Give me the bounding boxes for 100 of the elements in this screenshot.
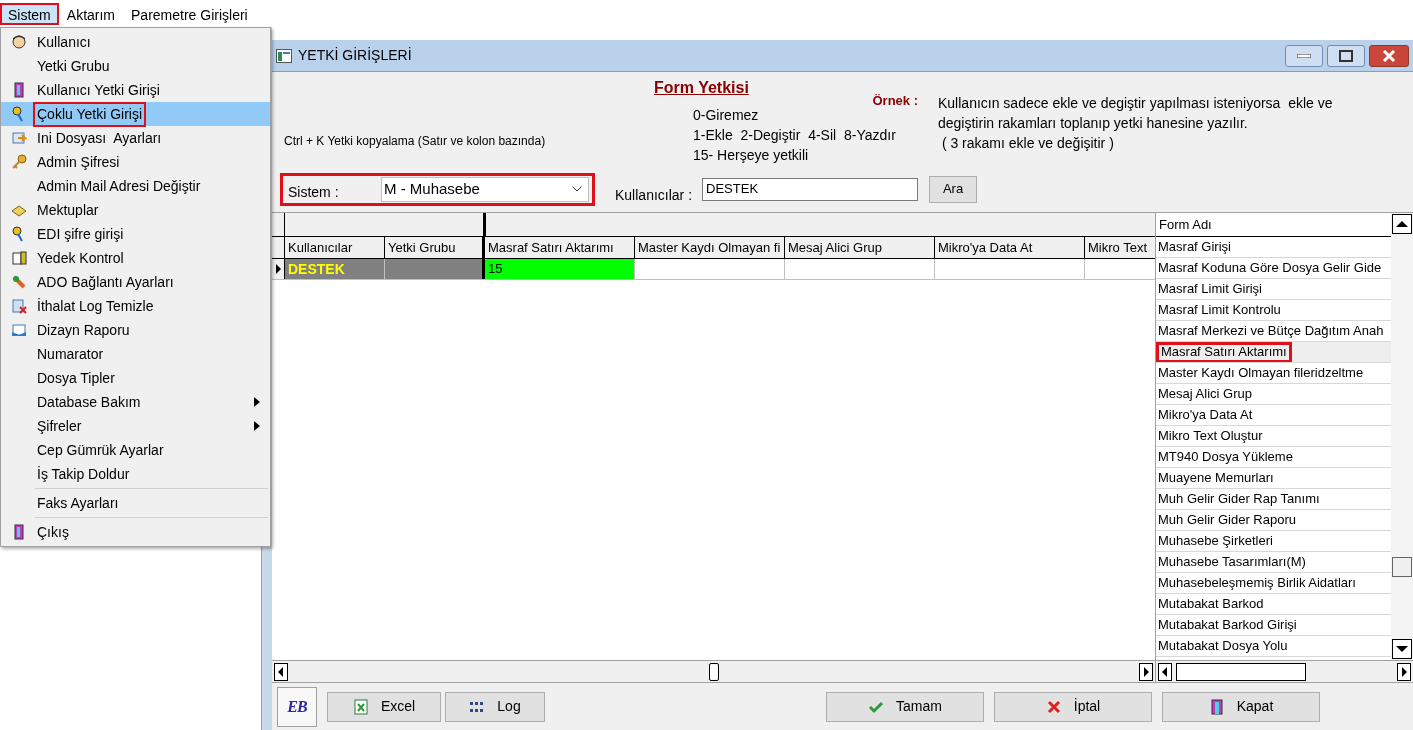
- scroll-left-icon[interactable]: [1158, 662, 1172, 681]
- form-list-item[interactable]: Mutabakat Barkod Girişi: [1156, 615, 1299, 635]
- scroll-left-icon[interactable]: [274, 662, 288, 681]
- vertical-scrollbar[interactable]: [1391, 213, 1413, 660]
- system-combo[interactable]: M - Muhasebe: [381, 176, 589, 202]
- menu-item[interactable]: Dizayn Raporu: [1, 318, 270, 342]
- menu-item[interactable]: Ini Dosyası Ayarları: [1, 126, 270, 150]
- table-cell[interactable]: [385, 259, 485, 279]
- form-list-item[interactable]: Muhasebeleşmemiş Birlik Aidatları: [1156, 573, 1358, 593]
- action-button[interactable]: Log: [445, 691, 545, 722]
- menu-item[interactable]: Mektuplar: [1, 198, 270, 222]
- form-list-item[interactable]: Muayene Memurları: [1156, 468, 1276, 488]
- form-list-item[interactable]: Muhasebe Şirketleri: [1156, 531, 1275, 551]
- logo[interactable]: EB: [277, 686, 317, 727]
- menu-item[interactable]: Kullanıcı Yetki Girişi: [1, 78, 270, 102]
- form-list-item[interactable]: Muh Gelir Gider Rap Tanımı: [1156, 489, 1322, 509]
- scroll-up-icon[interactable]: [1392, 214, 1412, 234]
- hint-text: Ctrl + K Yetki kopyalama (Satır ve kolon bazında): [284, 134, 546, 148]
- maximize-icon: [1339, 49, 1353, 62]
- menu-item-icon: [11, 34, 27, 50]
- form-list-item[interactable]: Mikro Text Oluştur: [1156, 426, 1265, 446]
- users-label: Kullanıcılar :: [615, 185, 693, 205]
- form-list-item[interactable]: Mikro'ya Data At: [1156, 405, 1255, 425]
- user-cell[interactable]: DESTEK: [285, 259, 385, 279]
- scroll-thumb[interactable]: [1176, 662, 1306, 681]
- column-header[interactable]: Masraf Satırı Aktarımı: [485, 237, 635, 258]
- menu-item[interactable]: Database Bakım: [1, 390, 270, 414]
- menu-item-icon: [11, 250, 27, 266]
- action-button[interactable]: Kapat: [1162, 691, 1320, 722]
- legend-text: 15- Herşeye yetkili: [693, 145, 809, 165]
- form-list-item[interactable]: Master Kaydı Olmayan fileridzeltme: [1156, 363, 1366, 383]
- column-header[interactable]: Mikro'ya Data At: [935, 237, 1085, 258]
- minimize-icon: [1297, 53, 1311, 58]
- menu-item[interactable]: Faks Ayarları: [1, 491, 270, 515]
- close-icon: [1382, 49, 1396, 62]
- horizontal-scrollbar[interactable]: [272, 660, 1155, 682]
- menu-item[interactable]: İş Takip Doldur: [1, 462, 270, 486]
- window-icon: [276, 48, 292, 63]
- scroll-right-icon[interactable]: [1139, 662, 1153, 681]
- column-header[interactable]: Kullanıcılar: [285, 237, 385, 258]
- example-text: ( 3 rakamı ekle ve değişitir ): [940, 134, 1115, 153]
- scroll-down-icon[interactable]: [1392, 639, 1412, 659]
- form-list-item[interactable]: Masraf Merkezi ve Bütçe Dağıtım Anah: [1156, 321, 1386, 341]
- menu-item[interactable]: Paremetre Girişleri: [123, 2, 256, 25]
- legend-text: 0-Giremez: [693, 105, 759, 125]
- scroll-right-icon[interactable]: [1397, 662, 1411, 681]
- action-button[interactable]: Tamam: [826, 691, 984, 722]
- form-list-item[interactable]: Mutabakat Dosya Yolu: [1156, 636, 1290, 656]
- menu-item[interactable]: Çoklu Yetki Girişi: [1, 102, 270, 126]
- scroll-thumb[interactable]: [708, 662, 719, 681]
- example-text: Kullanıcın sadece ekle ve degiştir yapılması isteniyorsa ekle ve: [938, 94, 1333, 113]
- example-label: Örnek :: [872, 92, 918, 110]
- spreadsheet-icon: [352, 698, 369, 715]
- submenu-arrow-icon: [254, 421, 260, 431]
- action-button[interactable]: İptal: [994, 691, 1152, 722]
- system-selector[interactable]: Sistem : M - Muhasebe: [280, 172, 595, 206]
- column-header[interactable]: Mesaj Alici Grup: [785, 237, 935, 258]
- menu-item-icon: [11, 298, 27, 314]
- menu-item[interactable]: ADO Bağlantı Ayarları: [1, 270, 270, 294]
- legend-text: 1-Ekle 2-Degiştir 4-Sil 8-Yazdır: [693, 125, 896, 145]
- form-list-item[interactable]: Masraf Girişi: [1156, 237, 1233, 257]
- menu-item[interactable]: İthalat Log Temizle: [1, 294, 270, 318]
- form-list-item[interactable]: Masraf Limit Kontrolu: [1156, 300, 1283, 320]
- system-label: Sistem :: [287, 182, 340, 202]
- form-list-item[interactable]: Masraf Koduna Göre Dosya Gelir Gide: [1156, 258, 1384, 278]
- form-list-item[interactable]: MT940 Dosya Yükleme: [1156, 447, 1295, 467]
- horizontal-scrollbar[interactable]: [1156, 660, 1413, 682]
- menu-item[interactable]: EDI şifre girişi: [1, 222, 270, 246]
- menu-item[interactable]: Yedek Kontrol: [1, 246, 270, 270]
- menu-item[interactable]: Yetki Grubu: [1, 54, 270, 78]
- form-list-item[interactable]: Muhasebe Tasarımları(M): [1156, 552, 1308, 572]
- menu-item[interactable]: Admin Mail Adresi Değiştir: [1, 174, 270, 198]
- window-title: YETKİ GİRİŞLERİ: [298, 46, 412, 65]
- maximize-button[interactable]: [1327, 44, 1365, 67]
- menu-item-icon: [11, 274, 27, 290]
- permission-cell[interactable]: 15: [485, 259, 635, 279]
- x-icon: [1045, 698, 1062, 715]
- menu-item[interactable]: Kullanıcı: [1, 30, 270, 54]
- form-list-item[interactable]: Muh Gelir Gider Raporu: [1156, 510, 1298, 530]
- users-search-field[interactable]: DESTEK: [702, 177, 919, 201]
- form-list-item[interactable]: Mutabakat Barkod: [1156, 594, 1266, 614]
- menu-item[interactable]: Dosya Tipler: [1, 366, 270, 390]
- menu-item-icon: [11, 82, 27, 98]
- example-text: degiştirin rakamları toplanıp yetki hanesine yazılır.: [938, 114, 1249, 133]
- menu-item[interactable]: Aktarım: [58, 2, 124, 25]
- menu-item[interactable]: Çıkış: [1, 520, 270, 544]
- action-button[interactable]: Excel: [327, 691, 441, 722]
- search-button[interactable]: Ara: [929, 175, 978, 203]
- menu-item[interactable]: Admin Şifresi: [1, 150, 270, 174]
- menu-item[interactable]: Şifreler: [1, 414, 270, 438]
- form-list-item[interactable]: Masraf Limit Girişi: [1156, 279, 1264, 299]
- menu-item-icon: [11, 524, 27, 540]
- menu-item[interactable]: Numarator: [1, 342, 270, 366]
- menu-item-icon: [11, 130, 27, 146]
- scroll-thumb[interactable]: [1392, 556, 1412, 577]
- column-header[interactable]: Master Kaydı Olmayan fi: [635, 237, 785, 258]
- menu-item[interactable]: Sistem: [0, 2, 59, 25]
- close-button[interactable]: [1369, 44, 1409, 67]
- menu-item[interactable]: Cep Gümrük Ayarlar: [1, 438, 270, 462]
- form-list-item[interactable]: Mesaj Alici Grup: [1156, 384, 1254, 404]
